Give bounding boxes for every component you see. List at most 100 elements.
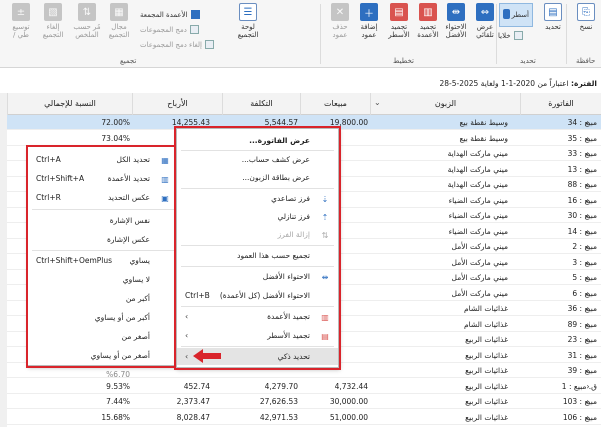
header-profit[interactable]: الأرباح xyxy=(132,93,222,115)
show-customer-card-item[interactable]: عرض بطاقة الزبون... xyxy=(177,169,338,186)
auto-fit-icon: ⇔ xyxy=(476,3,494,21)
divider xyxy=(181,188,334,189)
customer-cell: غذائيات الربيع xyxy=(465,412,508,422)
customer-cell: غذائيات الربيع xyxy=(465,335,508,344)
divider xyxy=(181,346,334,347)
layout-group-label: تخطيط xyxy=(393,57,414,65)
customer-cell: وسيط نقطة بيع xyxy=(459,133,508,143)
row-expand-icon[interactable]: › xyxy=(583,301,593,316)
freeze-rows-icon: ▤ xyxy=(321,331,329,341)
profit-cell: 2,373.47 xyxy=(176,397,210,406)
row-expand-icon[interactable]: › xyxy=(583,286,593,301)
row-expand-icon[interactable]: › xyxy=(583,379,593,394)
greater-equal-item[interactable]: أكبر من أو يساوي xyxy=(28,309,178,326)
sort-ascending-item[interactable]: ⇣ فرز تصاعدي xyxy=(177,190,338,207)
divider xyxy=(32,250,174,251)
delete-column-button[interactable]: ✕ حذف عمود xyxy=(325,3,355,55)
best-fit-item[interactable]: ⇹ الاحتواء الأفضل xyxy=(177,268,338,285)
less-equal-item[interactable]: أصغر من أو يساوي xyxy=(28,347,178,364)
sort-chevron-icon: ⌄ xyxy=(374,98,381,107)
expand-collapse-button[interactable]: ± توسيع / طي xyxy=(6,3,36,55)
row-expand-icon[interactable]: › xyxy=(583,348,593,363)
row-expand-icon[interactable]: › xyxy=(583,162,593,177)
invert-selection-item[interactable]: ▣ عكس التحديد Ctrl+R xyxy=(28,189,178,206)
row-expand-icon[interactable]: › xyxy=(583,394,593,409)
clear-sort-item[interactable]: ⇅ إزالة الفرز xyxy=(177,226,338,243)
select-columns-icon: ▥ xyxy=(161,174,169,184)
freeze-columns-item[interactable]: ▥ تجميد الأعمدة ‹ xyxy=(177,308,338,325)
select-button[interactable]: ▤ تحديد xyxy=(538,3,568,55)
show-invoice-item[interactable]: عرض الفاتورة... xyxy=(177,132,338,149)
freeze-rows-button[interactable]: ▤ تجميد الأسطر xyxy=(384,3,414,55)
group-panel-button[interactable]: ☰ لوحة التجميع xyxy=(233,3,263,55)
cancel-group-icon: ▧ xyxy=(44,3,62,21)
show-statement-item[interactable]: عرض كشف حساب... xyxy=(177,151,338,168)
select-columns-item[interactable]: ▥ تحديد الأعمدة Ctrl+Shift+A xyxy=(28,170,178,187)
header-cost[interactable]: التكلفة xyxy=(222,93,300,115)
row-expand-icon[interactable]: › xyxy=(583,317,593,332)
row-expand-icon[interactable]: › xyxy=(583,239,593,254)
select-all-item[interactable]: ▦ تحديد الكل Ctrl+A xyxy=(28,151,178,168)
grid-header: الفاتورة الزبون ⌄ مبيعات التكلفة الأرباح… xyxy=(0,93,601,115)
less-item[interactable]: أصغر من xyxy=(28,328,178,345)
row-expand-icon[interactable]: › xyxy=(583,255,593,270)
grouping-group-label: تجميع xyxy=(120,57,137,65)
best-fit-button[interactable]: ⇹ الاحتواء الأفضل xyxy=(441,3,471,55)
row-expand-icon[interactable]: › xyxy=(583,270,593,285)
merge-groups-icon xyxy=(189,25,199,34)
same-sign-item[interactable]: نفس الإشارة xyxy=(28,212,178,229)
group-range-button[interactable]: ▦ مجال التجميع xyxy=(104,3,134,55)
row-expand-icon[interactable]: › xyxy=(583,208,593,223)
opposite-sign-item[interactable]: عكس الإشارة xyxy=(28,231,178,248)
row-expand-icon[interactable]: › xyxy=(583,193,593,208)
cancel-group-button[interactable]: ▧ إلغاء التجميع xyxy=(38,3,68,55)
merged-columns-item[interactable]: الأعمدة المجمعة xyxy=(140,9,200,20)
row-expand-icon[interactable]: › xyxy=(583,177,593,192)
customer-cell: ميني ماركت الأمل xyxy=(451,242,508,251)
not-equal-item[interactable]: لا يساوي xyxy=(28,271,178,288)
header-pct[interactable]: النسبة للإجمالي xyxy=(7,93,132,115)
group-range-icon: ▦ xyxy=(110,3,128,21)
copy-button[interactable]: ⎘ نسخ xyxy=(571,3,601,55)
merge-groups-item[interactable]: دمج المجموعات xyxy=(140,24,199,35)
auto-fit-button[interactable]: ⇔ عرض تلقائي xyxy=(470,3,500,55)
customer-cell: غذائيات الشام xyxy=(463,319,508,329)
row-expand-icon[interactable]: › xyxy=(583,131,593,146)
add-column-button[interactable]: ＋ إضافة عمود xyxy=(354,3,384,55)
sort-descending-item[interactable]: ⇡ فرز تنازلي xyxy=(177,208,338,225)
header-sales[interactable]: مبيعات xyxy=(300,93,370,115)
header-invoice[interactable]: الفاتورة xyxy=(520,93,601,115)
cells-toggle[interactable]: خلايا xyxy=(498,30,523,41)
best-fit-icon: ⇹ xyxy=(447,3,465,21)
greater-item[interactable]: أكبر من xyxy=(28,290,178,307)
row-expand-icon[interactable]: › xyxy=(583,410,593,425)
freeze-columns-button[interactable]: ▥ تجميد الأعمدة xyxy=(413,3,443,55)
customer-cell: ميني ماركت الهداية xyxy=(447,149,508,158)
rows-toggle-button[interactable]: أسطر xyxy=(499,3,533,27)
sort-descending-icon: ⇡ xyxy=(321,212,329,222)
select-icon: ▤ xyxy=(544,3,562,21)
select-all-icon: ▦ xyxy=(161,155,169,165)
row-expand-icon[interactable]: › xyxy=(583,363,593,378)
pct-cell: 7.44% xyxy=(106,397,130,406)
customer-cell: ميني ماركت الضياء xyxy=(448,226,508,236)
table-row[interactable]: مبيع : 103 غذائيات الربيع 30,000.00 27,626.… xyxy=(0,394,601,409)
group-by-column-item[interactable]: تجميع حسب هذا العمود xyxy=(177,247,338,264)
row-expand-icon[interactable]: › xyxy=(583,146,593,161)
table-row[interactable]: مبيع : 106 غذائيات الربيع 51,000.00 42,971.… xyxy=(0,410,601,425)
freeze-rows-item[interactable]: ▤ تجميد الأسطر ‹ xyxy=(177,327,338,344)
smart-select-submenu: ▦ تحديد الكل Ctrl+A ▥ تحديد الأعمدة Ctrl… xyxy=(27,146,179,366)
row-expand-icon[interactable]: › xyxy=(583,115,593,130)
customer-cell: ميني ماركت الأمل xyxy=(451,273,508,282)
header-customer[interactable]: الزبون xyxy=(370,93,520,115)
cancel-merge-icon xyxy=(204,40,214,49)
best-fit-all-item[interactable]: الاحتواء الأفضل (كل الأعمدة) Ctrl+B xyxy=(177,287,338,304)
cancel-merge-item[interactable]: إلغاء دمج المجموعات xyxy=(140,39,214,50)
period-filter: الفترة: اعتباراً من 2020-1-1 ولغاية 2025… xyxy=(0,79,601,92)
equal-item[interactable]: يساوي Ctrl+Shift+OemPlus xyxy=(28,252,178,269)
row-expand-icon[interactable]: › xyxy=(583,332,593,347)
grid-scrollbar[interactable] xyxy=(0,93,7,427)
summary-sort-button[interactable]: ⇅ مُر حسب الملخص xyxy=(72,3,102,55)
row-expand-icon[interactable]: › xyxy=(583,224,593,239)
customer-cell: غذائيات الربيع xyxy=(465,366,508,375)
